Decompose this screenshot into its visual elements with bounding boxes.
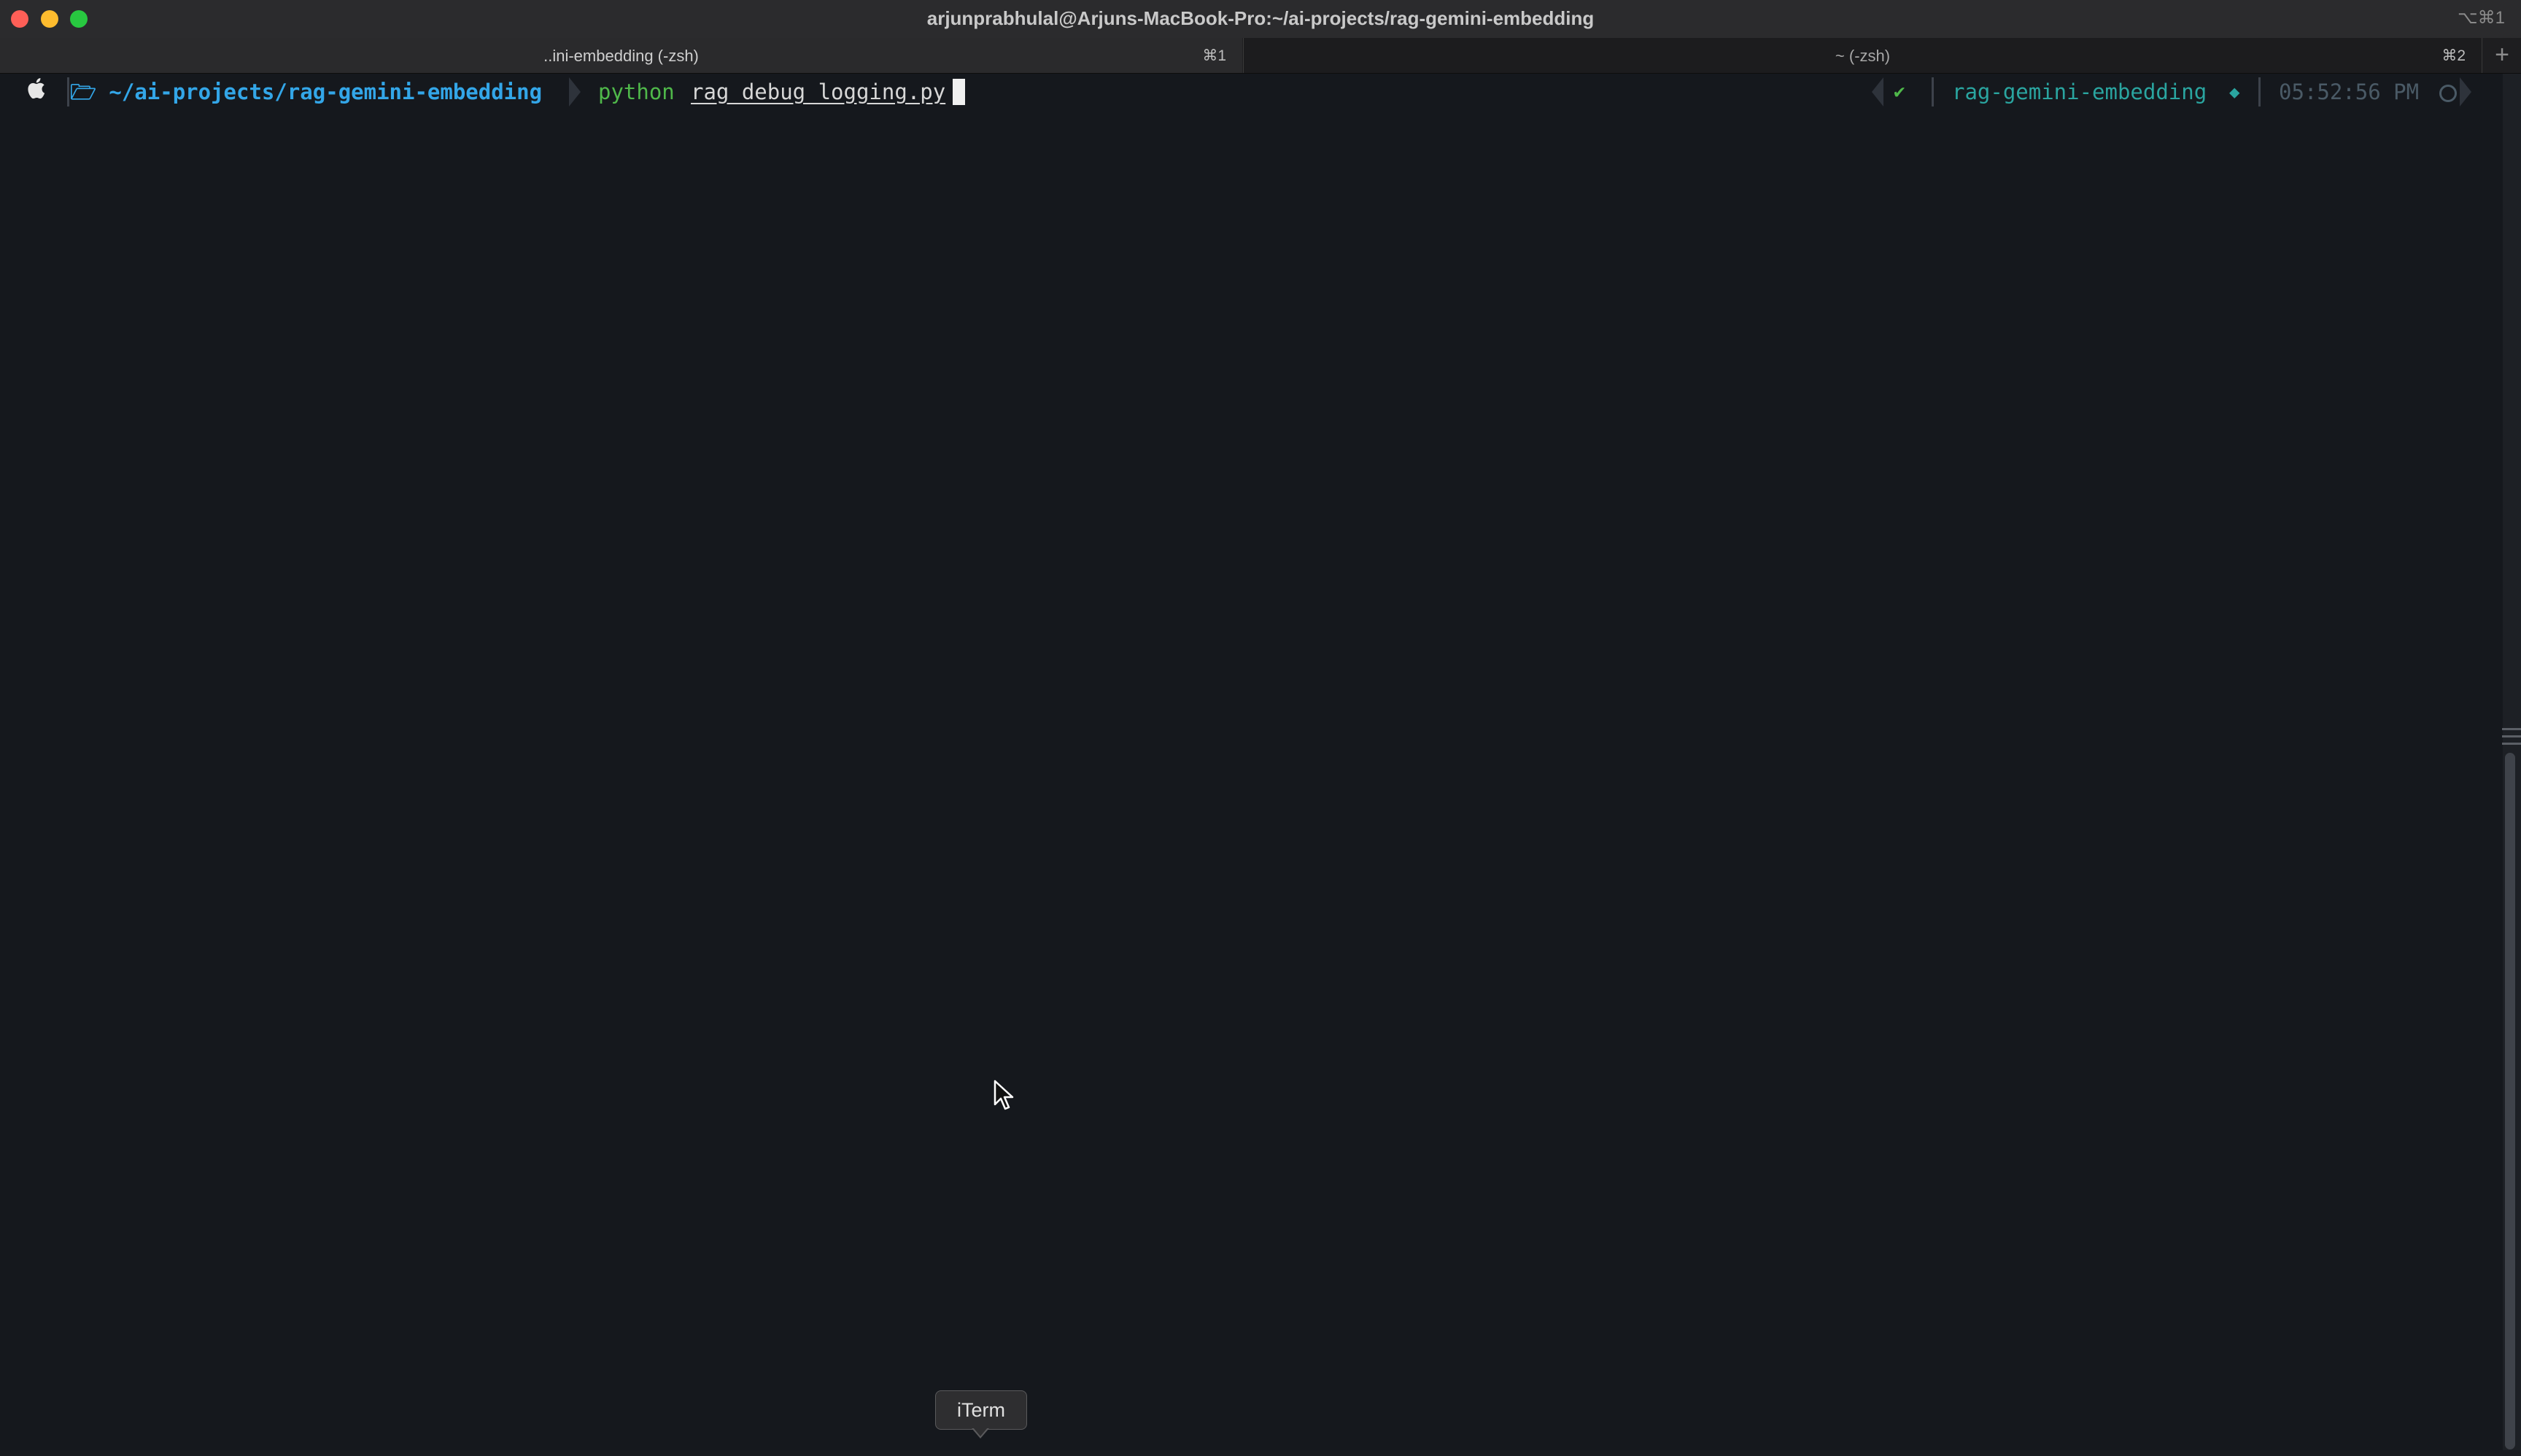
tab-1-label: ..ini-embedding (-zsh)	[543, 47, 699, 65]
right-prompt-end-cap	[2460, 77, 2471, 107]
dock-tooltip: iTerm	[935, 1390, 1027, 1430]
status-check-icon: ✔	[1894, 81, 1905, 103]
scroll-grip-line	[2502, 743, 2521, 745]
scroll-grip-line	[2502, 735, 2521, 737]
right-prompt-separator	[1932, 77, 1934, 107]
tab-2-shortcut: ⌘2	[2441, 47, 2466, 64]
terminal-output[interactable]: 🗁 ~/ai-projects/rag-gemini-embedding pyt…	[0, 74, 2502, 1456]
tooltip-tail-inner	[973, 1428, 988, 1436]
scroll-grip-line	[2502, 728, 2521, 730]
new-tab-button[interactable]: +	[2482, 38, 2521, 73]
tab-bar: ..ini-embedding (-zsh) ⌘1 ~ (-zsh) ⌘2 +	[0, 38, 2521, 74]
tab-2[interactable]: ~ (-zsh) ⌘2	[1243, 38, 2482, 73]
prompt-time: 05:52:56 PM	[2279, 80, 2420, 104]
diamond-icon: ◆	[2229, 82, 2240, 102]
title-bar[interactable]: arjunprabhulal@Arjuns-MacBook-Pro:~/ai-p…	[0, 0, 2521, 38]
prompt-line: 🗁 ~/ai-projects/rag-gemini-embedding pyt…	[0, 74, 2502, 110]
scrollbar-thumb[interactable]	[2505, 753, 2515, 1449]
prompt-arrow	[569, 77, 581, 107]
command-argument: rag_debug_logging.py	[691, 80, 946, 104]
text-cursor	[953, 79, 965, 105]
command-name: python	[598, 80, 675, 104]
tab-2-label: ~ (-zsh)	[1835, 47, 1891, 65]
terminal-window: arjunprabhulal@Arjuns-MacBook-Pro:~/ai-p…	[0, 0, 2521, 1456]
mouse-pointer-icon	[994, 1080, 1015, 1112]
right-prompt-separator-2	[2258, 77, 2261, 107]
env-name: rag-gemini-embedding	[1952, 80, 2207, 104]
clock-icon	[2439, 85, 2457, 102]
right-prompt-cap	[1872, 77, 1883, 107]
tab-1-shortcut: ⌘1	[1202, 47, 1226, 64]
window-title: arjunprabhulal@Arjuns-MacBook-Pro:~/ai-p…	[926, 7, 1595, 29]
prompt-separator	[67, 77, 69, 107]
current-directory: 🗁 ~/ai-projects/rag-gemini-embedding	[70, 80, 543, 104]
apple-icon	[7, 77, 64, 107]
window-shortcut: ⌥⌘1	[2457, 8, 2505, 28]
right-prompt: ✔ rag-gemini-embedding ◆ 05:52:56 PM	[1872, 77, 2471, 107]
window-bottom-edge	[0, 1450, 2521, 1456]
tab-1[interactable]: ..ini-embedding (-zsh) ⌘1	[0, 38, 1242, 73]
